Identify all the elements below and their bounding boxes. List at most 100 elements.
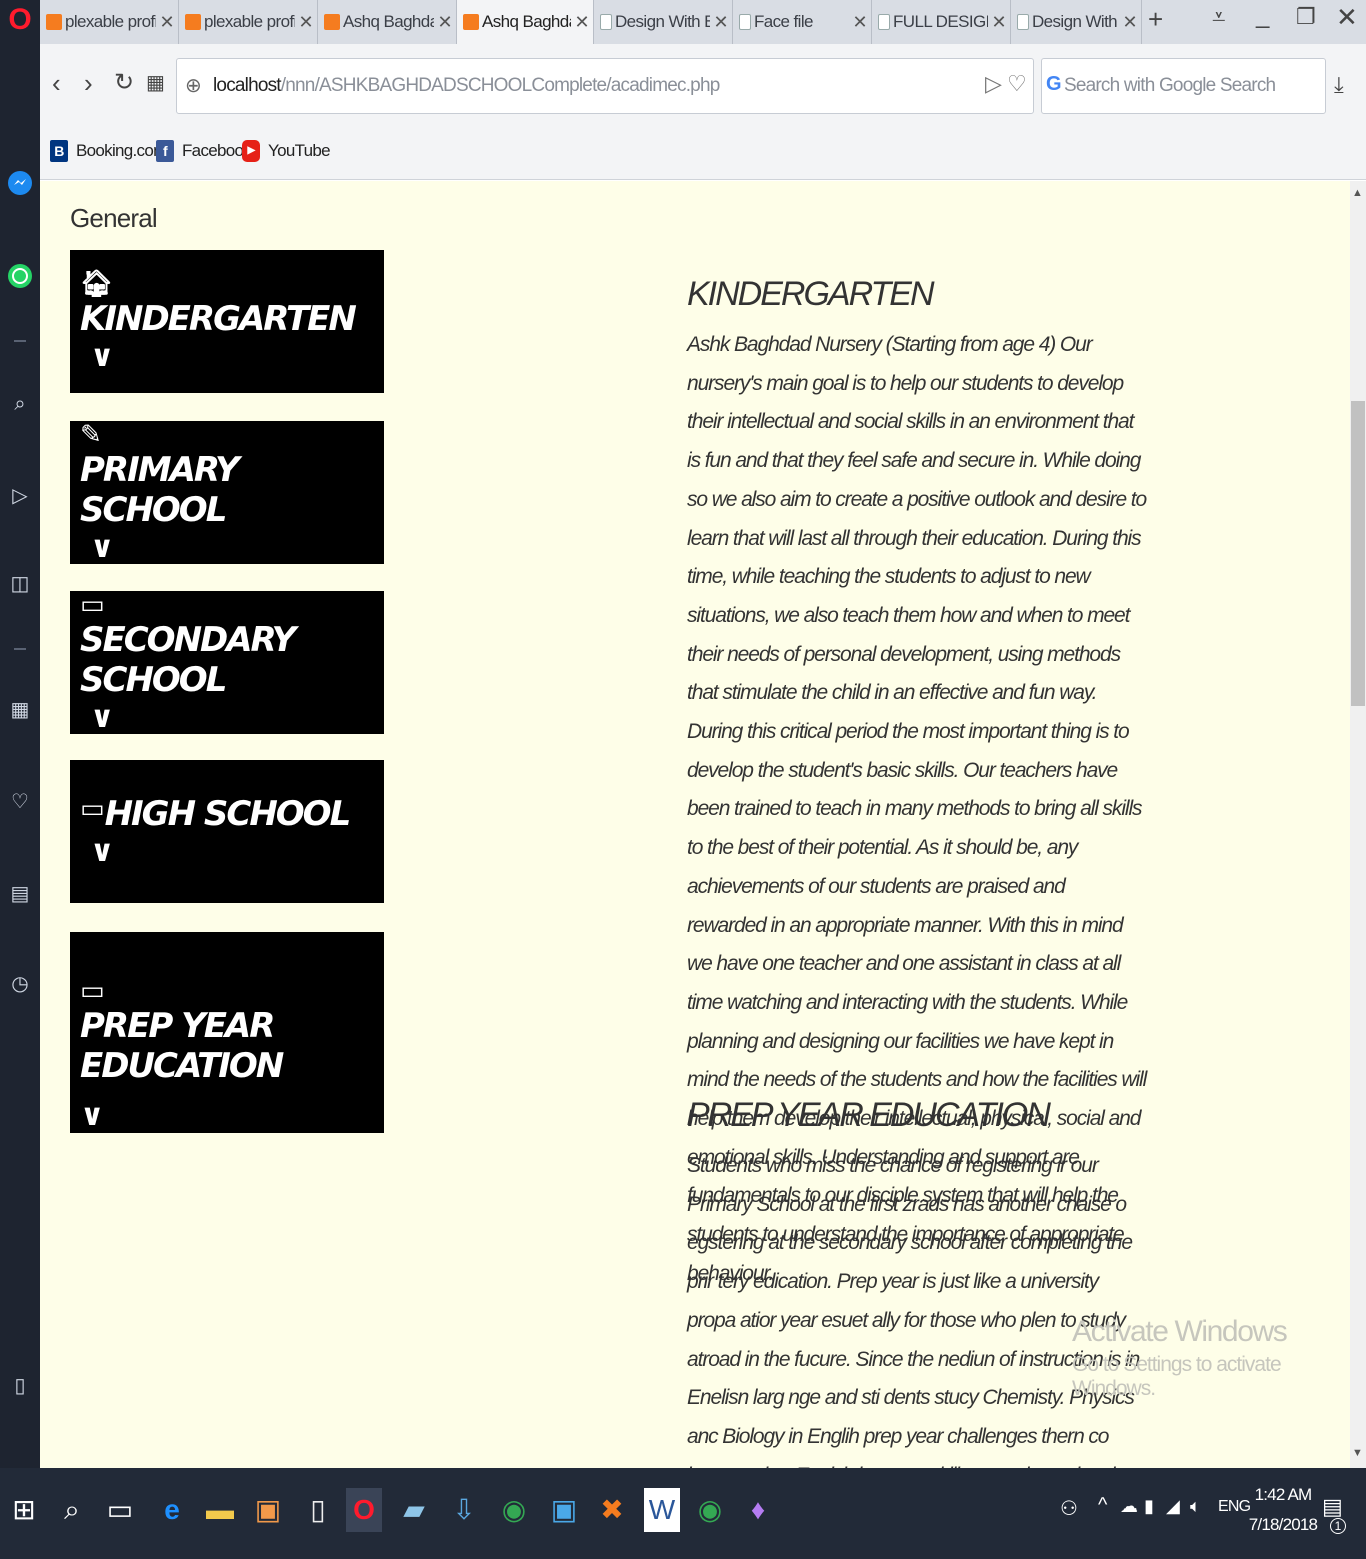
close-icon[interactable]: ✕ <box>1119 12 1141 33</box>
forward-icon[interactable]: › <box>84 68 93 98</box>
task-view-icon[interactable]: ▭ <box>102 1488 138 1532</box>
scroll-down-icon[interactable]: ▼ <box>1352 1447 1363 1459</box>
reload-icon[interactable]: ↻ <box>114 68 134 98</box>
search-icon[interactable]: ⌕ <box>0 390 40 418</box>
activate-windows-watermark: Activate Windows Go to Settings to activ… <box>1072 1315 1366 1401</box>
monitor-icon: ▭ <box>80 794 105 824</box>
close-icon[interactable]: ✕ <box>710 12 732 33</box>
whatsapp-icon[interactable] <box>0 263 40 297</box>
section-title: General <box>70 203 158 233</box>
history-icon[interactable]: ◷ <box>0 970 40 998</box>
language-indicator[interactable]: ENG <box>1218 1498 1251 1516</box>
search-icon[interactable]: ⌕ <box>54 1488 90 1532</box>
tab-menu-icon[interactable]: ⩡ <box>1212 4 1226 32</box>
edge-icon[interactable]: e <box>154 1488 190 1532</box>
chevron-down-icon: ∨ <box>90 700 114 735</box>
battery-icon[interactable]: ▮ <box>1144 1496 1154 1517</box>
minimize-icon[interactable]: _ <box>1256 2 1269 30</box>
xampp-icon <box>46 14 62 30</box>
tab-7[interactable]: FULL DESIGN ✕ <box>872 0 1011 44</box>
messenger-icon[interactable] <box>0 170 40 204</box>
windows-taskbar: ⊞ ⌕ ▭ e ▬ ▣ ▯ O ▰ ⇩ ◉ ▣ ✖ W ◉ ♦ ⚇ ^ ☁ ▮ … <box>0 1468 1366 1559</box>
tab-1[interactable]: plexable profile ✕ <box>40 0 179 44</box>
scroll-up-icon[interactable]: ▲ <box>1352 187 1363 199</box>
file-explorer-icon[interactable]: ▬ <box>202 1488 238 1532</box>
volume-icon[interactable]: 🔈︎ <box>1190 1496 1201 1517</box>
sidebar-toggle-icon[interactable]: ▯ <box>0 1372 40 1400</box>
tab-5[interactable]: Design With Bo ✕ <box>594 0 733 44</box>
back-icon[interactable]: ‹ <box>52 68 61 98</box>
home-icon: 🏠︎ <box>80 269 113 299</box>
heart-icon[interactable]: ♡ <box>0 788 40 816</box>
chrome-icon[interactable]: ◉ <box>496 1488 532 1532</box>
close-icon[interactable]: ✕ <box>295 12 317 33</box>
menu-label: HIGH SCHOOL <box>104 794 352 834</box>
app-icon[interactable]: ⇩ <box>446 1488 482 1532</box>
restore-icon[interactable]: ❐ <box>1296 4 1316 30</box>
bookmark-facebook[interactable]: f Facebook <box>156 140 252 162</box>
clock-date: 7/18/2018 <box>1248 1515 1318 1534</box>
search-input[interactable]: G Search with Google Search <box>1041 58 1326 114</box>
download-icon[interactable]: ⤓ <box>1334 72 1344 98</box>
document-icon <box>739 14 751 30</box>
wifi-icon[interactable]: ◢ <box>1166 1496 1180 1517</box>
play-icon[interactable]: ▷ <box>0 482 40 510</box>
action-center-icon[interactable]: ▤ <box>1322 1494 1343 1520</box>
close-icon[interactable]: ✕ <box>156 12 178 33</box>
store-icon[interactable]: ▣ <box>250 1488 286 1532</box>
tab-6[interactable]: Face file ✕ <box>733 0 872 44</box>
vertical-scrollbar[interactable]: ▲ ▼ <box>1350 181 1366 1468</box>
menu-primary-school-button[interactable]: ✎ PRIMARY SCHOOL ∨ <box>70 420 384 565</box>
news-icon[interactable]: ▤ <box>0 880 40 908</box>
tab-2[interactable]: plexable profile ✕ <box>179 0 318 44</box>
window-close-icon[interactable]: ✕ <box>1336 2 1358 33</box>
close-icon[interactable]: ✕ <box>988 12 1010 33</box>
camera-icon[interactable]: ◫ <box>0 570 40 598</box>
clock[interactable]: 1:42 AM 7/18/2018 <box>1248 1480 1318 1540</box>
people-icon[interactable]: ⚇ <box>1060 1496 1078 1521</box>
booking-icon: B <box>50 140 68 162</box>
tab-4-active[interactable]: Ashq Baghdad ✕ <box>457 0 594 44</box>
menu-prep-year-button[interactable]: ▭ PREP YEAR EDUCATION ∨ <box>70 932 384 1133</box>
youtube-icon: ▶ <box>242 140 260 162</box>
bookmark-label: YouTube <box>268 141 331 160</box>
menu-label: SECONDARY SCHOOL <box>80 620 296 700</box>
bookmark-heart-icon[interactable]: ♡ <box>1007 71 1027 97</box>
speed-dial-icon[interactable]: ▦ <box>0 696 40 724</box>
url-field[interactable]: ⊕ localhost/nnn/ASHKBAGHDADSCHOOLComplet… <box>176 58 1034 114</box>
word-icon[interactable]: W <box>644 1488 680 1532</box>
windows-start-icon[interactable]: ⊞ <box>6 1488 42 1532</box>
notification-badge: 1 <box>1330 1518 1346 1534</box>
show-hidden-icons[interactable]: ^ <box>1098 1494 1107 1517</box>
bookmark-youtube[interactable]: ▶ YouTube <box>242 140 331 162</box>
chrome-icon[interactable]: ◉ <box>692 1488 728 1532</box>
tab-8[interactable]: Design With Bo ✕ <box>1011 0 1142 44</box>
bookmark-booking[interactable]: B Booking.com <box>50 140 167 162</box>
close-icon[interactable]: ✕ <box>849 12 871 33</box>
bookmarks-bar: B Booking.com f Facebook ▶ YouTube <box>40 126 1366 180</box>
opera-sidebar: O ⌕ ▷ ◫ ▦ ♡ ▤ ◷ ▯ <box>0 0 40 1468</box>
close-icon[interactable]: ✕ <box>571 12 593 33</box>
tab-3[interactable]: Ashq Baghdad ✕ <box>318 0 457 44</box>
scroll-thumb[interactable] <box>1351 401 1365 706</box>
opera-taskbar-icon[interactable]: O <box>346 1488 382 1532</box>
monitor-icon: ▭ <box>80 976 105 1006</box>
close-icon[interactable]: ✕ <box>434 12 456 33</box>
cloud-icon[interactable]: ☁ <box>1120 1496 1138 1517</box>
menu-kindergarten-button[interactable]: 🏠︎ KINDERGARTEN ∨ <box>70 250 384 393</box>
menu-secondary-school-button[interactable]: ▭ SECONDARY SCHOOL ∨ <box>70 590 384 735</box>
app-icon[interactable]: ▰ <box>396 1488 432 1532</box>
tab-label: Ashq Baghdad <box>343 12 434 31</box>
chevron-down-icon: ∨ <box>90 834 114 869</box>
app-icon[interactable]: ▣ <box>546 1488 582 1532</box>
prep-year-section: PREP YEAR EDUCATION Students who miss th… <box>687 1096 1147 1468</box>
menu-high-school-button[interactable]: ▭ HIGH SCHOOL ∨ <box>70 760 384 903</box>
maps-pin-icon[interactable]: ♦ <box>740 1488 776 1532</box>
notepad-icon[interactable]: ▯ <box>300 1488 336 1532</box>
snapshot-icon[interactable]: ▷ <box>985 71 1002 97</box>
bookmark-label: Booking.com <box>76 141 167 160</box>
new-tab-icon[interactable]: + <box>1148 4 1163 35</box>
opera-logo-icon[interactable]: O <box>0 5 40 35</box>
speed-dial-icon[interactable]: ▦ <box>146 68 165 98</box>
xampp-icon[interactable]: ✖ <box>594 1488 630 1532</box>
